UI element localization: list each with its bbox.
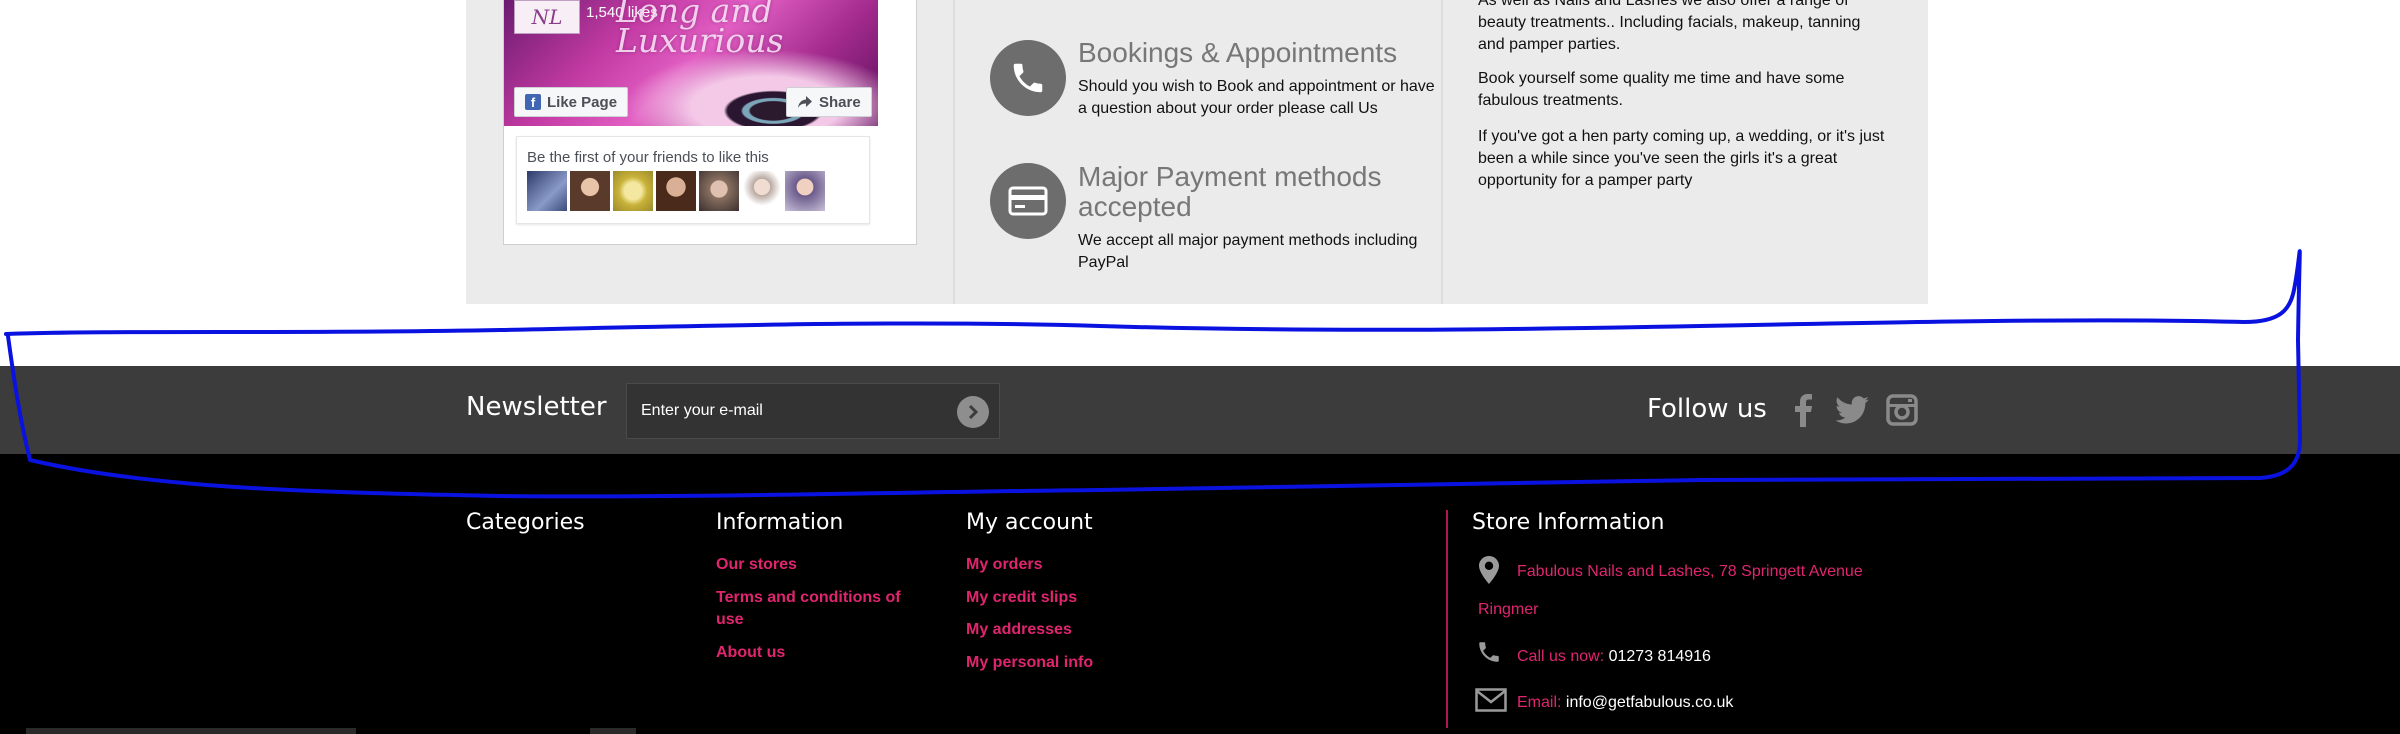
newsletter-bar bbox=[0, 366, 2400, 454]
map-marker-icon bbox=[1477, 554, 1501, 586]
cover-tagline: Long and Luxurious bbox=[616, 0, 856, 57]
facebook-like-page-button[interactable]: f Like Page bbox=[514, 87, 629, 117]
store-address-line2: Ringmer bbox=[1478, 601, 1539, 618]
bookings-text: Should you wish to Book and appointment … bbox=[1078, 78, 1435, 117]
newsletter-title: Newsletter bbox=[466, 392, 607, 422]
information-heading: Information bbox=[716, 510, 844, 535]
footer-link-credit-slips[interactable]: My credit slips bbox=[966, 587, 1077, 609]
share-arrow-icon bbox=[798, 96, 812, 108]
column-divider bbox=[953, 0, 955, 304]
facebook-page-widget: NL 1,540 likes Long and Luxurious f Like… bbox=[503, 0, 917, 245]
arrow-right-icon bbox=[968, 404, 979, 420]
about-paragraph: Book yourself some quality me time and h… bbox=[1478, 70, 1845, 109]
twitter-icon[interactable] bbox=[1834, 392, 1870, 428]
friend-avatar[interactable] bbox=[570, 171, 610, 211]
friends-like-text: Be the first of your friends to like thi… bbox=[527, 149, 769, 166]
store-email-address[interactable]: info@getfabulous.co.uk bbox=[1566, 694, 1733, 711]
share-label: Share bbox=[819, 93, 861, 111]
newsletter-form bbox=[626, 383, 1000, 439]
phone-icon bbox=[1475, 638, 1503, 666]
facebook-f-icon: f bbox=[525, 94, 541, 110]
envelope-icon bbox=[1475, 687, 1507, 713]
friend-avatar[interactable] bbox=[699, 171, 739, 211]
my-account-heading: My account bbox=[966, 510, 1093, 535]
footer-link-my-orders[interactable]: My orders bbox=[966, 554, 1042, 576]
friend-avatar[interactable] bbox=[613, 171, 653, 211]
about-paragraph: If you've got a hen party coming up, a w… bbox=[1478, 128, 1885, 189]
facebook-cover-image[interactable]: NL 1,540 likes Long and Luxurious f Like… bbox=[504, 0, 878, 126]
categories-heading: Categories bbox=[466, 510, 585, 535]
bottom-bar-fragment bbox=[590, 728, 636, 734]
friend-avatar[interactable] bbox=[742, 171, 782, 211]
bookings-title: Bookings & Appointments bbox=[1078, 37, 1398, 68]
bottom-bar-fragment bbox=[26, 728, 356, 734]
store-information-heading: Store Information bbox=[1472, 510, 1665, 535]
store-address-line1: Fabulous Nails and Lashes, 78 Springett … bbox=[1517, 563, 1863, 580]
instagram-icon[interactable] bbox=[1884, 392, 1920, 428]
newsletter-email-input[interactable] bbox=[641, 384, 941, 438]
about-paragraph: As well as Nails and Lashes we also offe… bbox=[1478, 0, 1861, 53]
newsletter-submit-button[interactable] bbox=[957, 396, 989, 428]
payment-text: We accept all major payment methods incl… bbox=[1078, 232, 1418, 271]
site-footer bbox=[0, 454, 2400, 734]
call-us-label: Call us now: bbox=[1517, 648, 1605, 665]
column-divider bbox=[1441, 0, 1443, 304]
friend-avatar[interactable] bbox=[527, 171, 567, 211]
facebook-page-logo[interactable]: NL bbox=[514, 0, 580, 34]
facebook-friends-box: Be the first of your friends to like thi… bbox=[516, 136, 870, 224]
footer-link-about-us[interactable]: About us bbox=[716, 642, 785, 664]
friend-avatar[interactable] bbox=[785, 171, 825, 211]
footer-link-terms-continued[interactable]: use bbox=[716, 609, 744, 631]
footer-link-terms[interactable]: Terms and conditions of bbox=[716, 587, 901, 609]
friend-avatar[interactable] bbox=[656, 171, 696, 211]
facebook-icon[interactable] bbox=[1785, 392, 1821, 428]
follow-us-title: Follow us bbox=[1647, 394, 1767, 424]
phone-icon bbox=[990, 40, 1066, 116]
store-phone: Call us now: 01273 814916 bbox=[1517, 648, 1711, 666]
footer-link-personal-info[interactable]: My personal info bbox=[966, 652, 1093, 674]
store-email: Email: info@getfabulous.co.uk bbox=[1517, 694, 1733, 712]
email-label: Email: bbox=[1517, 694, 1562, 711]
cover-tagline-text: Long and Luxurious bbox=[616, 0, 784, 60]
footer-link-my-addresses[interactable]: My addresses bbox=[966, 619, 1072, 641]
like-page-label: Like Page bbox=[547, 93, 618, 111]
footer-link-our-stores[interactable]: Our stores bbox=[716, 554, 797, 576]
store-phone-number[interactable]: 01273 814916 bbox=[1609, 648, 1711, 665]
facebook-share-button[interactable]: Share bbox=[786, 87, 872, 117]
credit-card-icon bbox=[990, 163, 1066, 239]
payment-title: Major Payment methods accepted bbox=[1078, 161, 1382, 222]
friend-avatars bbox=[527, 171, 825, 211]
footer-divider bbox=[1446, 510, 1448, 728]
